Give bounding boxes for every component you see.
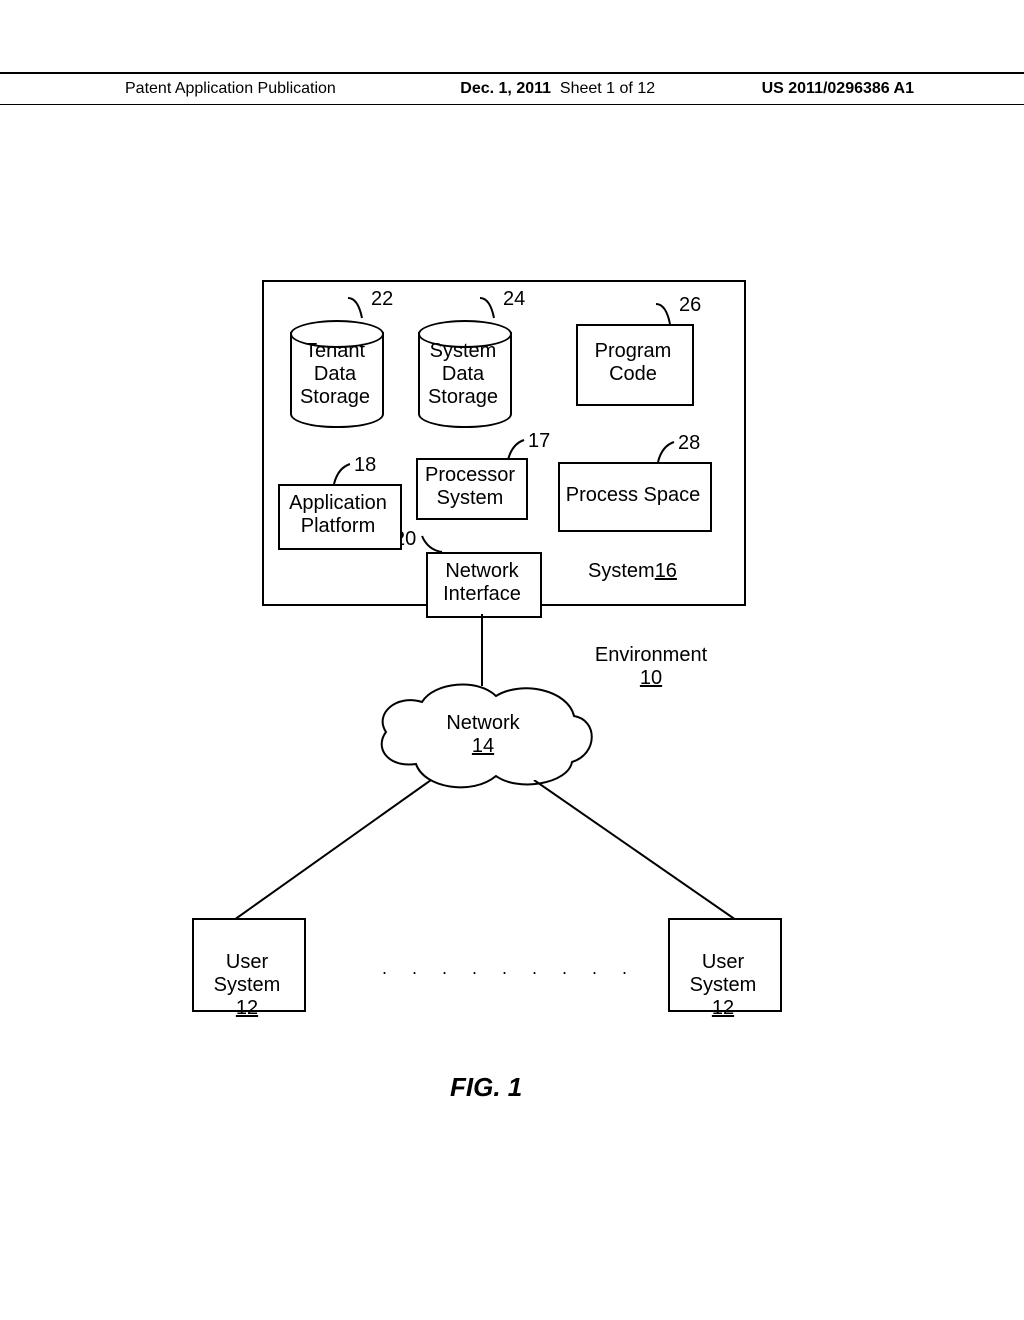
system-label: System16: [588, 560, 718, 583]
application-platform-label: Application Platform: [278, 492, 398, 538]
lines-cloud-to-users: [216, 780, 756, 928]
network-label: Network14: [398, 712, 568, 758]
processor-system-label: Processor System: [416, 464, 524, 510]
process-space-label: Process Space: [558, 484, 708, 507]
user-system-left-label: User System12: [192, 928, 302, 1020]
ellipsis-dots: . . . . . . . . .: [382, 958, 637, 979]
ref-17: 17: [528, 430, 550, 453]
ref-26: 26: [679, 294, 701, 317]
network-interface-label: Network Interface: [426, 560, 538, 606]
ref-24: 24: [503, 288, 525, 311]
figure-caption: FIG. 1: [450, 1072, 522, 1103]
ref-28: 28: [678, 432, 700, 455]
ref-22: 22: [371, 288, 393, 311]
program-code-label: Program Code: [576, 340, 690, 386]
user-system-right-label: User System12: [668, 928, 778, 1020]
systemdata-label: System Data Storage: [426, 340, 500, 409]
tenant-label: Tenant Data Storage: [298, 340, 372, 409]
ref-18: 18: [354, 454, 376, 477]
figure-canvas: 22 24 26 17 28 18 20 Tenant Data Storage…: [0, 0, 1024, 1320]
